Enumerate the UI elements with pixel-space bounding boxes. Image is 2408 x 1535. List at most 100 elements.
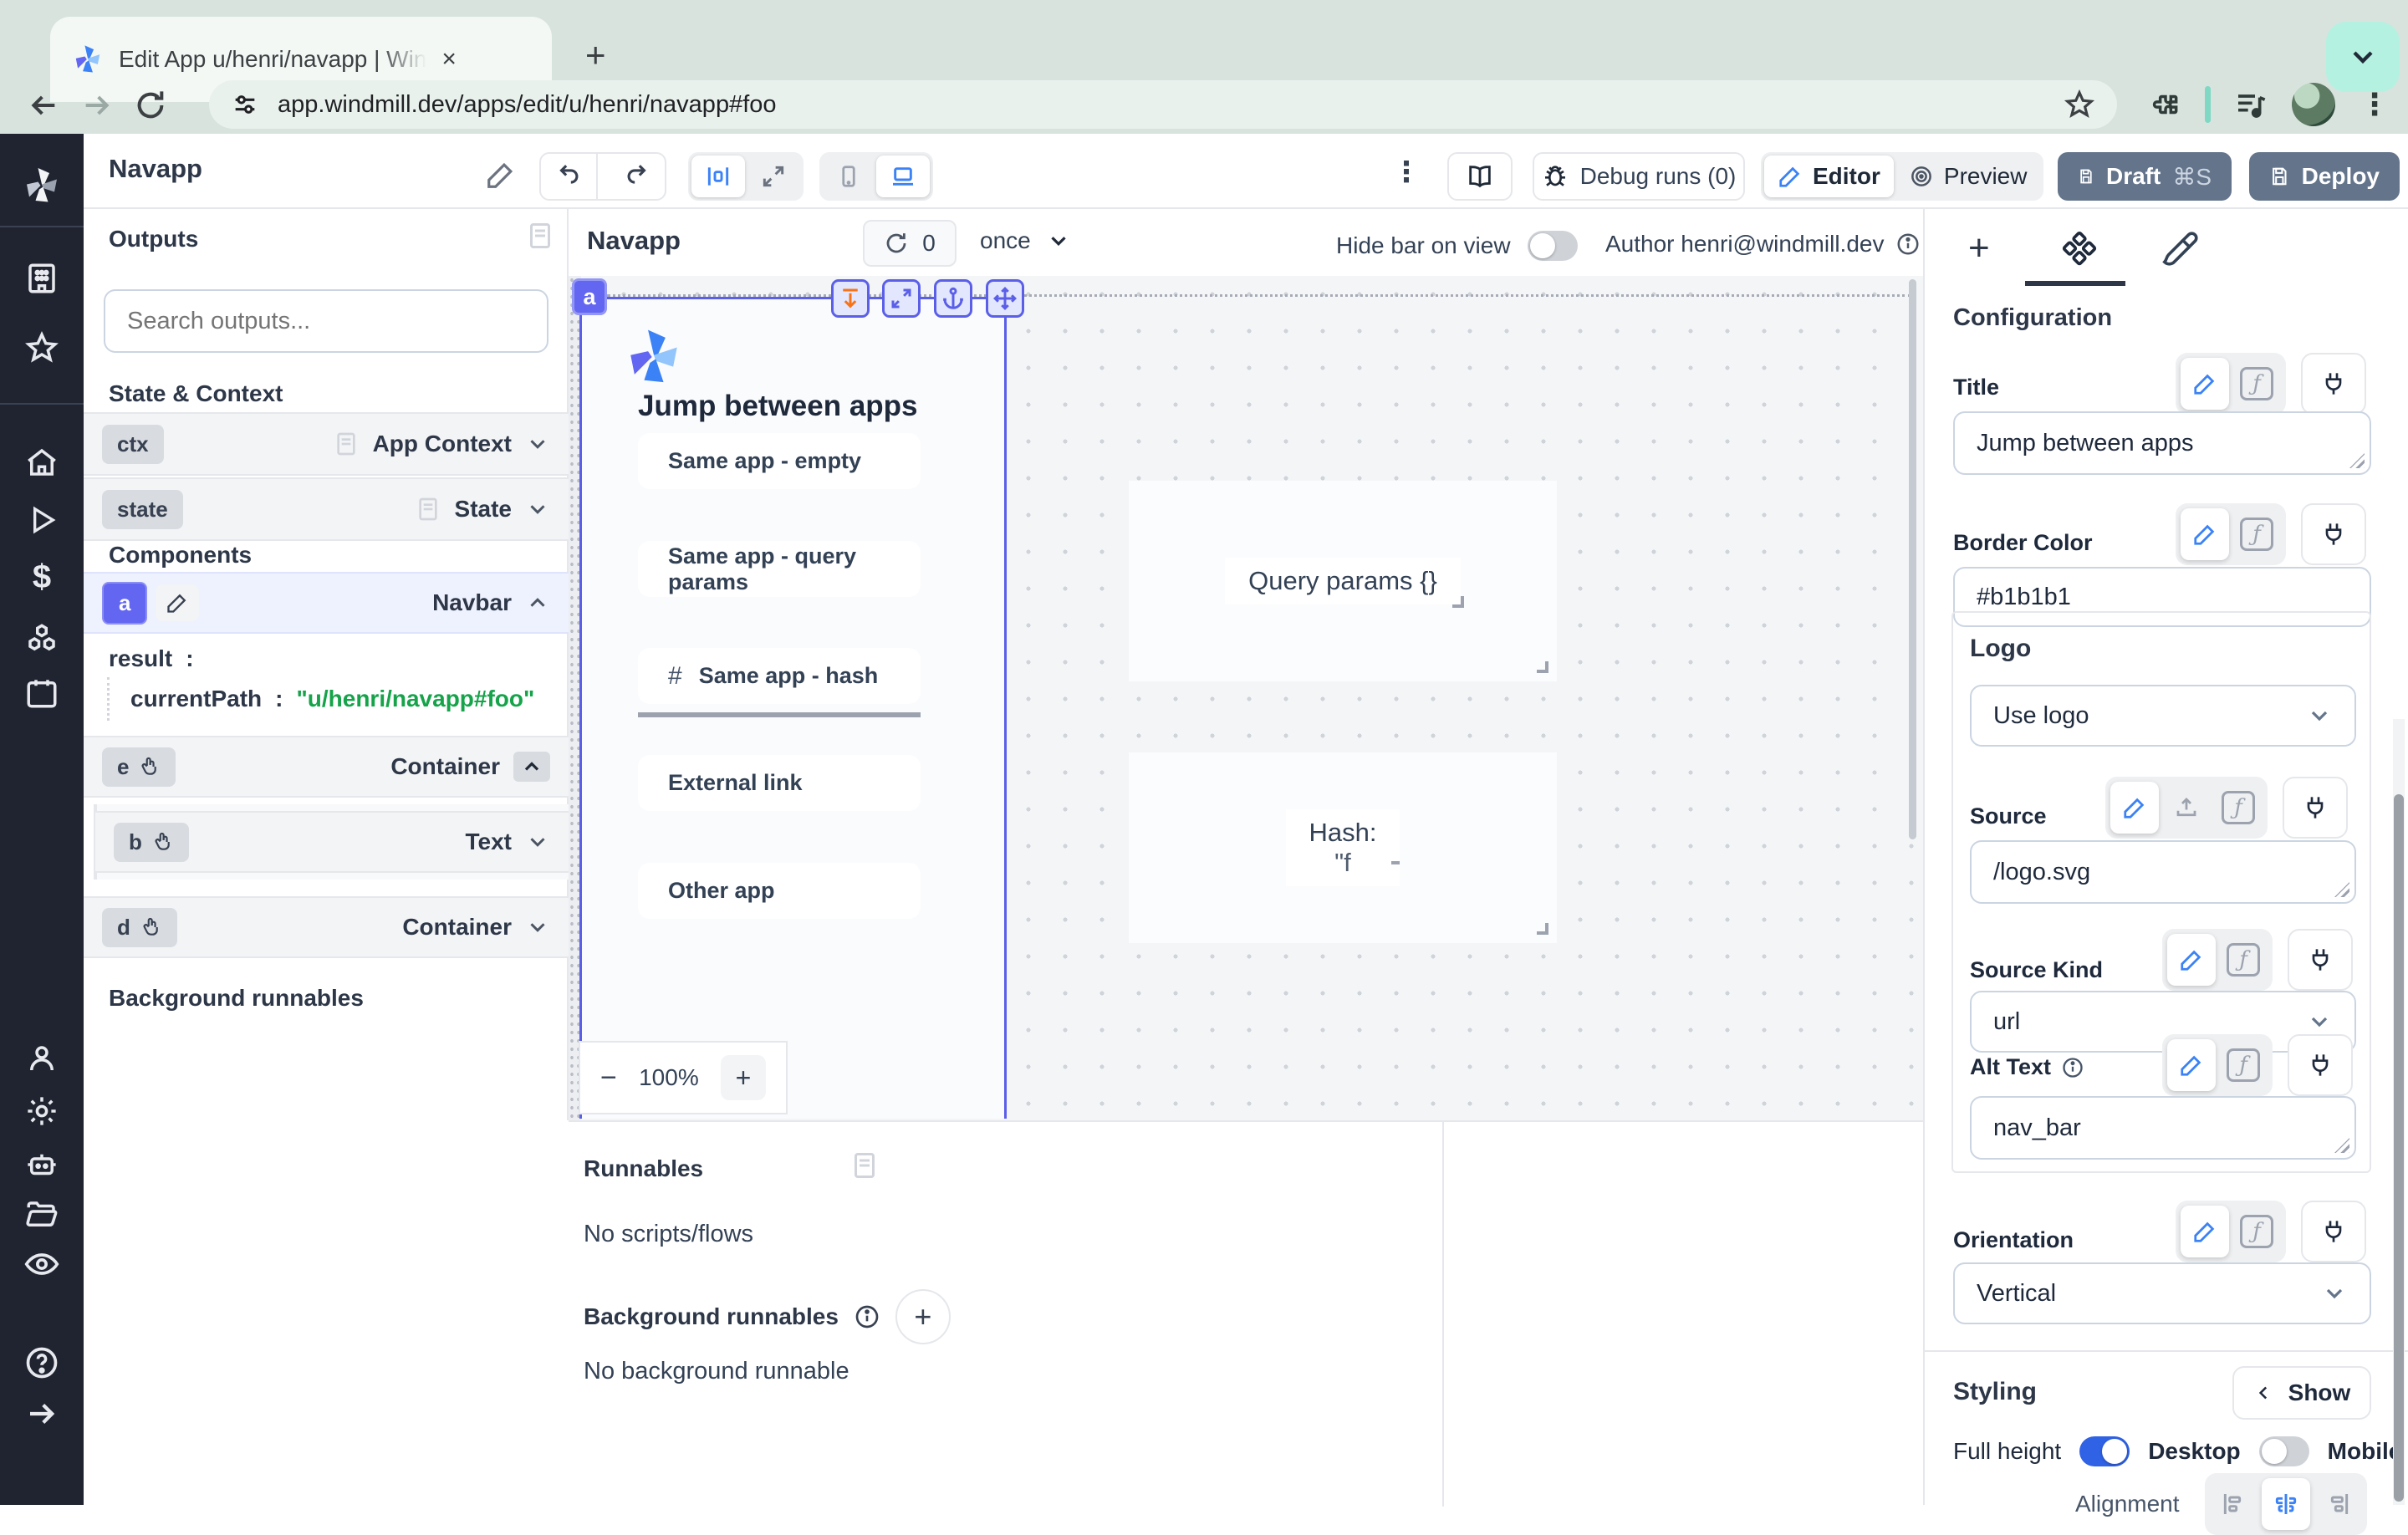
sidebar-item-runs[interactable] <box>0 503 84 537</box>
static-mode-button[interactable] <box>2181 1206 2229 1257</box>
mobile-view-button[interactable] <box>823 156 875 197</box>
connect-input-button[interactable] <box>2301 503 2366 565</box>
info-icon[interactable] <box>2061 1056 2084 1079</box>
sidebar-item-workers[interactable] <box>0 1147 84 1182</box>
docs-button[interactable] <box>1447 152 1513 201</box>
sidebar-item-resources[interactable] <box>0 621 84 656</box>
resize-handle[interactable] <box>1537 661 1548 673</box>
info-icon[interactable] <box>1895 232 1921 257</box>
selection-left-line[interactable] <box>579 298 582 1119</box>
fn-mode-button[interactable]: ƒ <box>2219 1039 2268 1091</box>
tab-component-settings[interactable] <box>2060 231 2099 269</box>
tab-preview[interactable]: Preview <box>1895 156 2041 197</box>
query-params-text-component[interactable]: Query params {} <box>1129 481 1557 681</box>
centered-layout-button[interactable] <box>691 156 745 197</box>
desktop-view-button[interactable] <box>876 156 930 197</box>
alt-text-field[interactable]: nav_bar <box>1970 1096 2356 1160</box>
nav-item-other-app[interactable]: Other app <box>638 863 921 919</box>
more-options-button[interactable]: ⋮ <box>1392 156 1421 189</box>
connect-input-button[interactable] <box>2288 929 2353 991</box>
chevron-down-icon[interactable] <box>525 829 550 854</box>
fn-mode-button[interactable]: ƒ <box>2232 508 2281 560</box>
chevron-up-icon[interactable] <box>525 590 550 615</box>
navbar-badge[interactable]: a <box>102 582 147 625</box>
connect-input-button[interactable] <box>2283 777 2348 839</box>
chevron-down-icon[interactable] <box>525 431 550 456</box>
sidebar-item-users[interactable] <box>0 1041 84 1076</box>
static-mode-button[interactable] <box>2181 508 2229 560</box>
tab-insert-component[interactable]: + <box>1968 227 1990 269</box>
extensions-button[interactable] <box>2139 80 2192 129</box>
back-button[interactable] <box>17 89 70 122</box>
rename-app-button[interactable] <box>485 159 517 191</box>
expand-sidebar-button[interactable] <box>0 1396 84 1431</box>
chevron-down-icon[interactable] <box>525 497 550 522</box>
doc-panel-icon[interactable] <box>525 221 555 251</box>
full-height-mobile-toggle[interactable] <box>2259 1436 2309 1466</box>
state-badge[interactable]: state <box>102 490 183 529</box>
url-text[interactable]: app.windmill.dev/apps/edit/u/henri/navap… <box>278 91 2045 119</box>
result-key-row[interactable]: result : <box>109 645 194 672</box>
collapse-button[interactable] <box>513 752 550 782</box>
sidebar-item-workspace[interactable] <box>0 261 84 296</box>
forward-button[interactable] <box>70 89 124 122</box>
text-b-badge[interactable]: b <box>114 823 189 862</box>
site-settings-icon[interactable] <box>231 90 259 119</box>
nav-item-same-app-empty[interactable]: Same app - empty <box>638 433 921 489</box>
reload-button[interactable] <box>124 89 177 122</box>
profile-avatar[interactable] <box>2287 80 2340 129</box>
source-field[interactable]: /logo.svg <box>1970 840 2356 904</box>
redo-button[interactable] <box>610 154 665 199</box>
nav-item-same-app-query-params[interactable]: Same app - query params <box>638 541 921 597</box>
chevron-down-icon[interactable] <box>525 915 550 940</box>
sidebar-item-home[interactable] <box>0 445 84 480</box>
anchor-component-button[interactable] <box>934 279 972 318</box>
search-input[interactable] <box>104 289 548 353</box>
tab-editor[interactable]: Editor <box>1764 156 1894 197</box>
sidebar-item-audit-logs[interactable] <box>0 1246 84 1283</box>
address-bar[interactable]: app.windmill.dev/apps/edit/u/henri/navap… <box>209 80 2117 129</box>
container-e-badge[interactable]: e <box>102 747 176 787</box>
media-controls-button[interactable] <box>2224 80 2278 129</box>
static-mode-button[interactable] <box>2110 782 2159 834</box>
fn-mode-button[interactable]: ƒ <box>2219 934 2268 986</box>
sidebar-item-favorites[interactable] <box>0 330 84 365</box>
ctx-row[interactable]: ctx App Context <box>84 412 569 476</box>
sidebar-item-variables[interactable]: $ <box>0 558 84 596</box>
refresh-mode-dropdown[interactable]: once <box>980 227 1071 254</box>
ctx-badge[interactable]: ctx <box>102 425 164 464</box>
browser-menu-button[interactable]: ⋮ <box>2351 80 2398 129</box>
scrollbar-thumb[interactable] <box>2394 794 2404 1502</box>
tab-close-icon[interactable]: × <box>441 47 457 72</box>
connect-input-button[interactable] <box>2288 1034 2353 1096</box>
fn-mode-button[interactable]: ƒ <box>2214 782 2263 834</box>
sidebar-item-folders[interactable] <box>0 1197 84 1232</box>
move-component-button[interactable] <box>986 279 1024 318</box>
edit-id-button[interactable] <box>156 584 199 621</box>
upload-mode-button[interactable] <box>2162 782 2211 834</box>
new-tab-button[interactable]: + <box>585 35 606 75</box>
connect-input-button[interactable] <box>2301 1201 2366 1262</box>
align-center-button[interactable] <box>2262 1478 2310 1530</box>
component-row-container-e[interactable]: e Container <box>84 736 569 798</box>
static-mode-button[interactable] <box>2181 358 2229 410</box>
static-mode-button[interactable] <box>2167 1039 2216 1091</box>
align-left-button[interactable] <box>2210 1478 2258 1530</box>
info-icon[interactable] <box>854 1303 880 1330</box>
component-row-container-d[interactable]: d Container <box>84 896 569 958</box>
state-row[interactable]: state State <box>84 477 569 541</box>
help-button[interactable] <box>0 1344 84 1381</box>
deploy-button[interactable]: Deploy <box>2249 152 2400 201</box>
full-width-button[interactable] <box>747 156 800 197</box>
orientation-select[interactable]: Vertical <box>1953 1262 2371 1324</box>
draft-button[interactable]: Draft ⌘S <box>2058 152 2232 201</box>
align-right-button[interactable] <box>2314 1478 2362 1530</box>
selection-right-line[interactable] <box>1004 298 1007 1119</box>
fn-mode-button[interactable]: ƒ <box>2232 1206 2281 1257</box>
show-styling-button[interactable]: Show <box>2232 1366 2371 1420</box>
expand-down-button[interactable] <box>831 279 870 318</box>
windmill-logo-icon[interactable] <box>0 166 84 206</box>
fn-mode-button[interactable]: ƒ <box>2232 358 2281 410</box>
connect-input-button[interactable] <box>2301 353 2366 415</box>
sidebar-item-schedules[interactable] <box>0 676 84 711</box>
